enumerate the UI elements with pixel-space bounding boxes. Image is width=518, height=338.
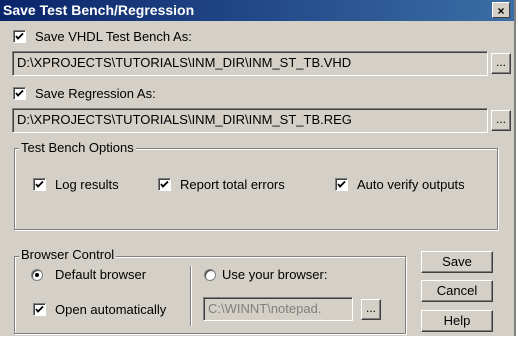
regression-browse-button[interactable]: ... xyxy=(491,110,511,131)
browser-browse-button[interactable]: ... xyxy=(361,299,381,320)
auto-verify-outputs-checkbox[interactable] xyxy=(335,178,348,191)
vhdl-path-field[interactable]: D:\XPROJECTS\TUTORIALS\INM_DIR\INM_ST_TB… xyxy=(12,51,488,76)
check-icon xyxy=(160,180,169,188)
browser-path-field[interactable]: C:\WINNT\notepad. xyxy=(203,297,353,321)
browser-divider xyxy=(190,266,192,326)
report-total-errors-label: Report total errors xyxy=(180,177,285,192)
save-vhdl-checkbox[interactable] xyxy=(13,30,26,43)
check-icon xyxy=(15,89,24,97)
title-bar[interactable]: Save Test Bench/Regression × xyxy=(0,0,514,21)
open-automatically-checkbox[interactable] xyxy=(33,303,46,316)
save-test-bench-dialog: Save Test Bench/Regression × Save VHDL T… xyxy=(0,0,516,336)
default-browser-radio[interactable] xyxy=(31,269,43,281)
browser-control-title: Browser Control xyxy=(19,247,117,262)
check-icon xyxy=(35,180,44,188)
use-your-browser-radio[interactable] xyxy=(204,269,216,281)
default-browser-label: Default browser xyxy=(55,267,147,282)
check-icon xyxy=(35,305,44,313)
cancel-button[interactable]: Cancel xyxy=(421,280,493,302)
vhdl-browse-button[interactable]: ... xyxy=(491,53,511,74)
close-button[interactable]: × xyxy=(492,2,510,18)
help-button[interactable]: Help xyxy=(421,310,493,332)
open-automatically-label: Open automatically xyxy=(55,302,167,317)
save-button[interactable]: Save xyxy=(421,251,493,273)
auto-verify-outputs-label: Auto verify outputs xyxy=(357,177,465,192)
check-icon xyxy=(15,32,24,40)
save-vhdl-label: Save VHDL Test Bench As: xyxy=(35,29,192,44)
use-your-browser-label: Use your browser: xyxy=(222,267,328,282)
check-icon xyxy=(337,180,346,188)
radio-selected-dot xyxy=(35,273,39,277)
log-results-label: Log results xyxy=(55,177,119,192)
log-results-checkbox[interactable] xyxy=(33,178,46,191)
regression-path-field[interactable]: D:\XPROJECTS\TUTORIALS\INM_DIR\INM_ST_TB… xyxy=(12,108,488,133)
window-title: Save Test Bench/Regression xyxy=(3,2,195,18)
save-regression-label: Save Regression As: xyxy=(35,86,156,101)
report-total-errors-checkbox[interactable] xyxy=(158,178,171,191)
save-regression-checkbox[interactable] xyxy=(13,87,26,100)
test-bench-options-title: Test Bench Options xyxy=(19,140,136,155)
